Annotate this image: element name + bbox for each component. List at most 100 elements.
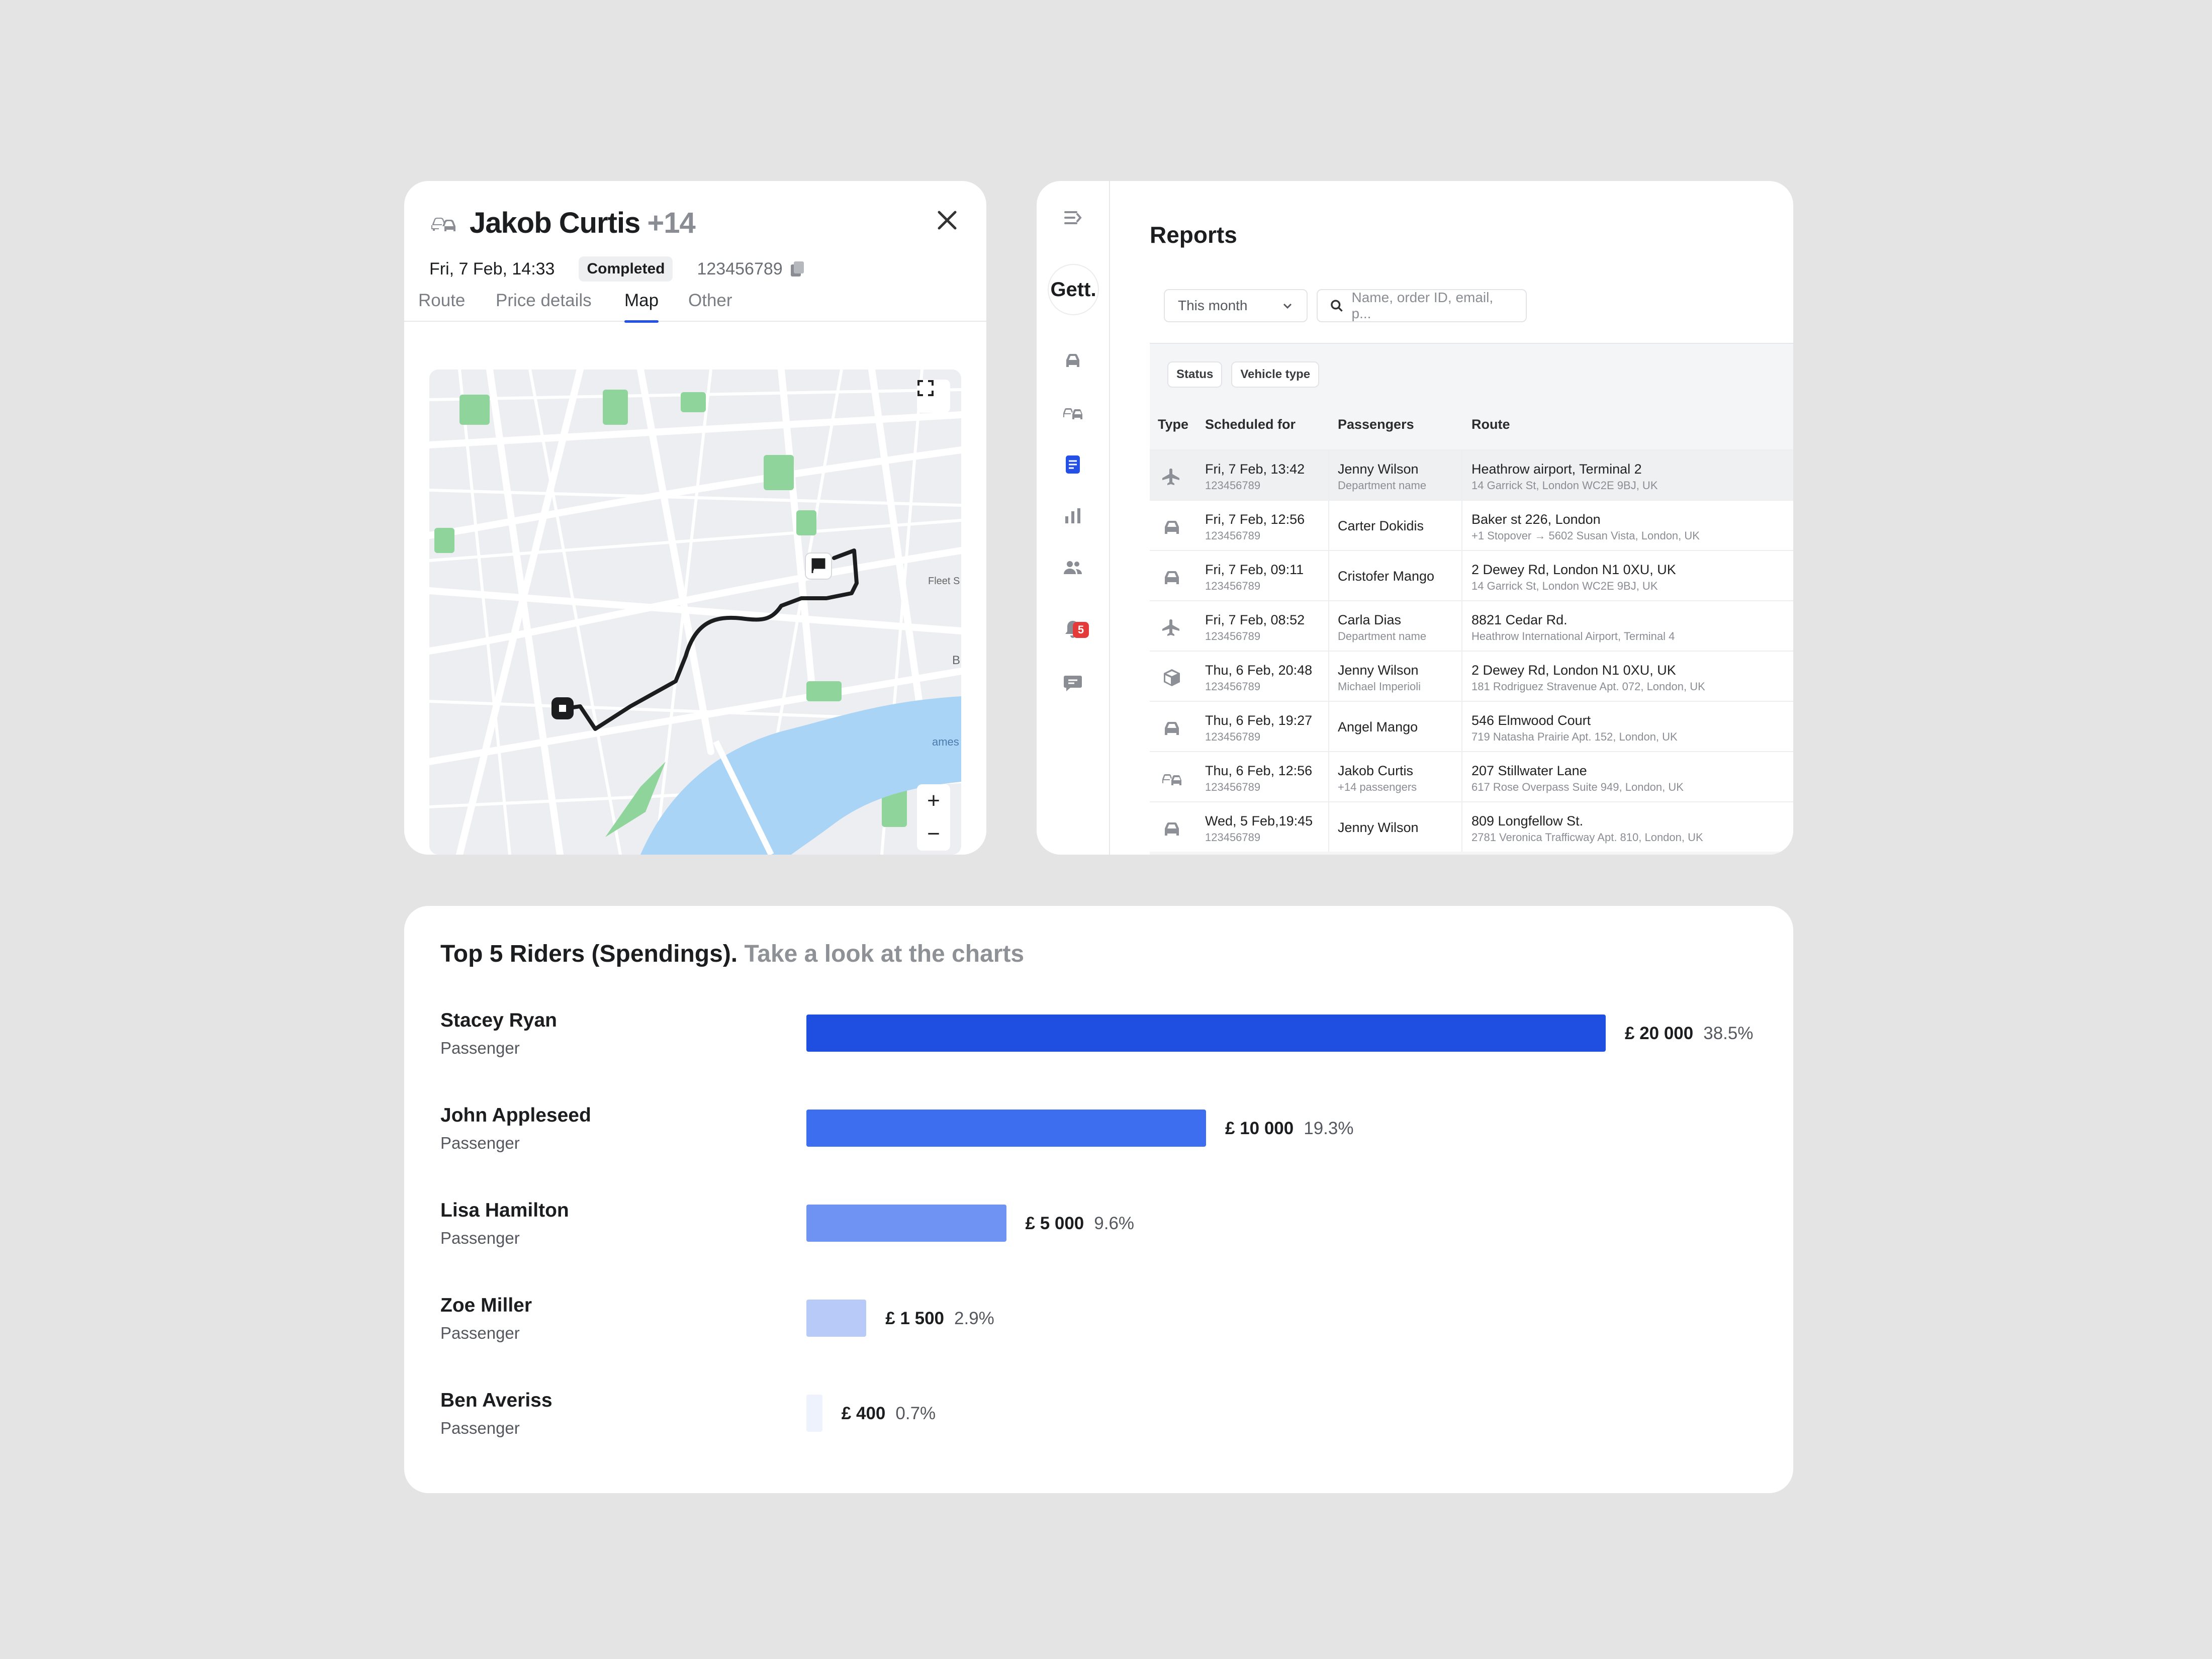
divider bbox=[1461, 501, 1462, 550]
status-filter-chip[interactable]: Status bbox=[1167, 361, 1223, 388]
column-scheduled[interactable]: Scheduled for bbox=[1205, 417, 1296, 432]
table-row[interactable]: Thu, 6 Feb, 20:48 123456789 Jenny Wilson Mi… bbox=[1150, 651, 1793, 701]
passenger-cell: Jenny Wilson bbox=[1338, 813, 1419, 842]
reports-card: Gett. 5 Reports This month Name, order I… bbox=[1037, 181, 1793, 855]
copy-icon[interactable] bbox=[790, 260, 805, 278]
close-icon[interactable] bbox=[934, 207, 960, 233]
spending-percent: 0.7% bbox=[895, 1404, 936, 1423]
order-id: 123456789 bbox=[1205, 680, 1261, 693]
divider bbox=[1461, 450, 1462, 500]
route-origin: 207 Stillwater Lane bbox=[1471, 763, 1587, 778]
passenger-name: Carter Dokidis bbox=[1338, 518, 1424, 533]
order-id: 123456789 bbox=[1205, 781, 1261, 793]
scheduled-cell: Fri, 7 Feb, 12:56 123456789 bbox=[1205, 512, 1305, 542]
scheduled-cell: Wed, 5 Feb,19:45 123456789 bbox=[1205, 813, 1313, 844]
rider-info: Ben Averiss Passenger bbox=[440, 1390, 552, 1438]
car-icon bbox=[1165, 571, 1179, 584]
menu-collapse-icon[interactable] bbox=[1062, 207, 1083, 228]
map-label-thames: ames bbox=[932, 735, 959, 748]
reports-table-area: Status Vehicle type Type Scheduled for P… bbox=[1150, 344, 1793, 855]
column-route[interactable]: Route bbox=[1471, 417, 1510, 432]
table-row[interactable]: Fri, 7 Feb, 09:11 123456789 Cristofer Mang… bbox=[1150, 550, 1793, 600]
spending-bar[interactable] bbox=[806, 1300, 867, 1337]
ride-date: Fri, 7 Feb, 14:33 bbox=[429, 259, 555, 279]
tab-price-details[interactable]: Price details bbox=[496, 291, 592, 311]
spending-bar[interactable] bbox=[806, 1395, 822, 1432]
gett-logo[interactable]: Gett. bbox=[1048, 264, 1099, 315]
chat-icon[interactable] bbox=[1062, 673, 1083, 694]
order-id: 123456789 bbox=[1205, 529, 1261, 542]
fullscreen-button[interactable] bbox=[917, 380, 950, 413]
tab-other[interactable]: Other bbox=[688, 291, 732, 311]
search-field[interactable]: Name, order ID, email, p... bbox=[1317, 289, 1527, 322]
tab-route[interactable]: Route bbox=[418, 291, 465, 311]
passenger-name: Cristofer Mango bbox=[1338, 569, 1435, 584]
route-destination: 181 Rodriguez Stravenue Apt. 072, London… bbox=[1471, 680, 1705, 693]
period-select-value: This month bbox=[1178, 298, 1248, 313]
map-label-b: B bbox=[952, 654, 961, 667]
box-icon bbox=[1164, 669, 1180, 686]
scheduled-cell: Fri, 7 Feb, 13:42 123456789 bbox=[1205, 462, 1305, 492]
column-passengers[interactable]: Passengers bbox=[1338, 417, 1414, 432]
order-id: 123456789 bbox=[1205, 831, 1261, 844]
route-cell: 2 Dewey Rd, London N1 0XU, UK 181 Rodrigu… bbox=[1471, 663, 1705, 693]
filter-chips: Status Vehicle type bbox=[1167, 361, 1320, 388]
users-icon[interactable] bbox=[1062, 557, 1083, 578]
table-row[interactable]: Thu, 6 Feb, 12:56 123456789 Jakob Curtis +1… bbox=[1150, 751, 1793, 801]
passenger-name: Jakob Curtis bbox=[1338, 763, 1414, 778]
passenger-name: Jenny Wilson bbox=[1338, 663, 1419, 678]
period-select[interactable]: This month bbox=[1164, 289, 1308, 322]
rider-name: Stacey Ryan bbox=[440, 1009, 557, 1031]
table-row[interactable]: Thu, 6 Feb, 19:27 123456789 Angel Mango 546… bbox=[1150, 701, 1793, 751]
spending-percent: 9.6% bbox=[1094, 1214, 1135, 1233]
cars-icon bbox=[431, 217, 455, 231]
spending-percent: 19.3% bbox=[1304, 1119, 1354, 1138]
ride-extra-count: +14 bbox=[647, 207, 695, 239]
zoom-in-button[interactable]: + bbox=[917, 784, 950, 817]
passenger-detail: Department name bbox=[1338, 630, 1427, 642]
scheduled-cell: Fri, 7 Feb, 08:52 123456789 bbox=[1205, 612, 1305, 643]
bar-label: £ 5 000 9.6% bbox=[1026, 1214, 1135, 1234]
divider bbox=[1328, 551, 1329, 600]
top-riders-card: Top 5 Riders (Spendings). Take a look at… bbox=[404, 906, 1793, 1493]
vehicle-type-filter-chip[interactable]: Vehicle type bbox=[1231, 361, 1320, 388]
search-input[interactable]: Name, order ID, email, p... bbox=[1352, 290, 1514, 322]
tab-map[interactable]: Map bbox=[624, 291, 659, 323]
scheduled-time: Wed, 5 Feb,19:45 bbox=[1205, 813, 1313, 828]
cars-icon[interactable] bbox=[1062, 402, 1083, 423]
rider-info: Zoe Miller Passenger bbox=[440, 1295, 532, 1343]
table-row[interactable]: Fri, 7 Feb, 08:52 123456789 Carla Dias Depa… bbox=[1150, 600, 1793, 651]
passenger-cell: Jenny Wilson Department name bbox=[1338, 462, 1426, 492]
zoom-out-button[interactable]: − bbox=[917, 817, 950, 851]
table-row[interactable]: Fri, 7 Feb, 12:56 123456789 Carter Dokidis… bbox=[1150, 500, 1793, 550]
route-destination: 2781 Veronica Trafficway Apt. 810, Londo… bbox=[1471, 831, 1703, 844]
route-cell: 207 Stillwater Lane 617 Rose Overpass Sui… bbox=[1471, 763, 1684, 794]
column-type[interactable]: Type bbox=[1158, 417, 1188, 432]
scheduled-time: Thu, 6 Feb, 20:48 bbox=[1205, 663, 1313, 678]
divider bbox=[1328, 501, 1329, 550]
spending-bar[interactable] bbox=[806, 1015, 1606, 1052]
route-cell: 8821 Cedar Rd. Heathrow International Air… bbox=[1471, 612, 1675, 643]
section-title-main: Top 5 Riders (Spendings). bbox=[440, 941, 738, 967]
map-view[interactable]: Fleet S ames B + − bbox=[429, 370, 961, 855]
rider-info: John Appleseed Passenger bbox=[440, 1104, 591, 1153]
table-row[interactable]: Wed, 5 Feb,19:45 123456789 Jenny Wilson 809… bbox=[1150, 801, 1793, 852]
spending-bar[interactable] bbox=[806, 1205, 1006, 1242]
bar-chart-icon[interactable] bbox=[1062, 505, 1083, 526]
route-destination: +1 Stopover → 5602 Susan Vista, London, … bbox=[1471, 529, 1700, 542]
divider bbox=[1461, 652, 1462, 701]
rider-role: Passenger bbox=[440, 1134, 520, 1152]
plane-icon bbox=[1162, 619, 1179, 636]
order-id: 123456789 bbox=[1205, 630, 1261, 642]
spending-amount: £ 400 bbox=[841, 1404, 886, 1423]
reports-icon[interactable] bbox=[1062, 454, 1083, 475]
order-id: 123456789 bbox=[1205, 580, 1261, 592]
route-origin: 2 Dewey Rd, London N1 0XU, UK bbox=[1471, 663, 1676, 678]
scheduled-cell: Fri, 7 Feb, 09:11 123456789 bbox=[1205, 562, 1304, 593]
rider-name: Zoe Miller bbox=[440, 1295, 532, 1316]
table-row[interactable]: Fri, 7 Feb, 13:42 123456789 Jenny Wilson De… bbox=[1150, 449, 1793, 500]
scheduled-cell: Thu, 6 Feb, 19:27 123456789 bbox=[1205, 713, 1312, 744]
spending-bar[interactable] bbox=[806, 1110, 1206, 1147]
car-icon bbox=[1165, 521, 1179, 534]
car-icon[interactable] bbox=[1062, 350, 1083, 371]
